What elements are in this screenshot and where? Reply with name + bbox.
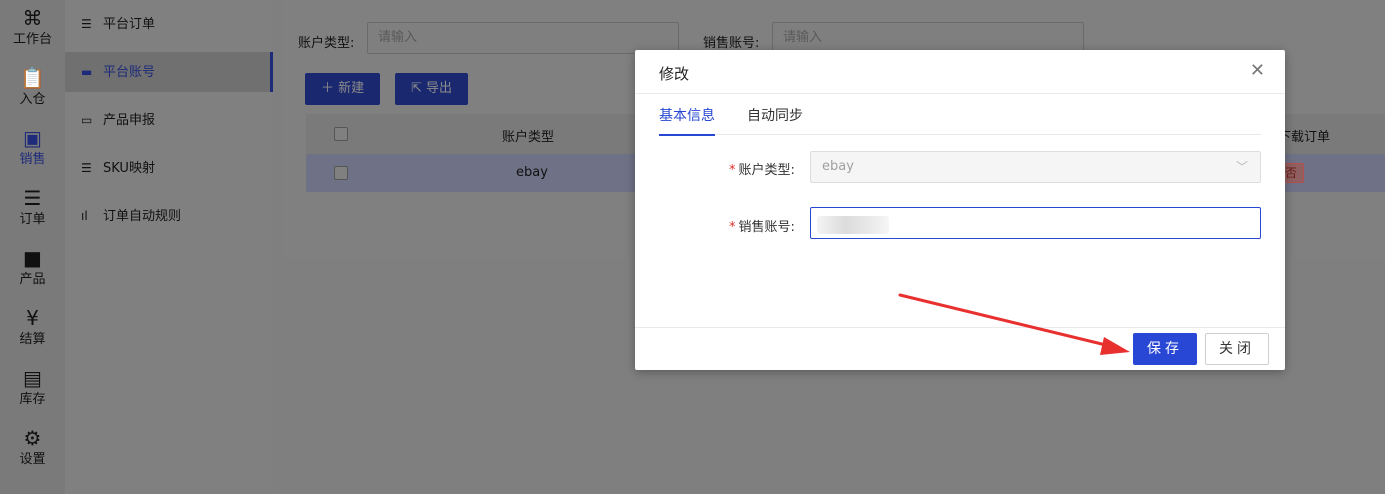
app-rail: ⌘ 工作台 📋 入仓 ▣ 销售 ☰ 订单 ■ 产品 ¥ 结算 ▤ 库存 ⚙ 设置 (0, 0, 65, 494)
menu-item-label: 产品申报 (103, 113, 156, 128)
account-type-select: ebay ﹀ (810, 151, 1261, 183)
rail-label: 结算 (19, 332, 46, 347)
menu-item-order-auto-rules[interactable]: ıl 订单自动规则 (65, 196, 273, 236)
menu-item-product-declaration[interactable]: ▭ 产品申报 (65, 100, 273, 140)
list-icon: ☰ (81, 17, 92, 31)
button-label: 导出 (426, 81, 453, 96)
menu-item-label: 平台订单 (103, 17, 156, 32)
plus-icon: ＋ (321, 81, 335, 96)
rail-item-settings[interactable]: ⚙ 设置 (0, 420, 65, 480)
menu-item-label: 平台账号 (103, 65, 156, 80)
filter-account-type-input[interactable]: 请输入 (367, 22, 679, 54)
placeholder: 请输入 (378, 30, 418, 45)
card-icon: ▬ (81, 65, 93, 79)
sales-icon: ▣ (23, 126, 42, 150)
storage-icon: ▤ (23, 366, 42, 390)
export-button[interactable]: ⇱ 导出 (395, 73, 469, 105)
rail-item-products[interactable]: ■ 产品 (0, 240, 65, 300)
tab-auto-sync[interactable]: 自动同步 (747, 105, 803, 134)
cell-account-type: ebay (516, 165, 548, 180)
select-all-checkbox[interactable] (334, 127, 348, 141)
gear-icon: ⚙ (23, 426, 42, 450)
account-type-field-label: * 账户类型: (729, 159, 795, 178)
rail-label: 销售 (19, 152, 46, 167)
menu-item-label: SKU映射 (103, 161, 155, 176)
order-icon: ☰ (23, 186, 42, 210)
rail-item-inventory[interactable]: ▤ 库存 (0, 360, 65, 420)
modal-header: 修改 ✕ (635, 50, 1285, 94)
rail-label: 订单 (19, 212, 46, 227)
column-account-type: 账户类型 (502, 130, 555, 145)
sales-submenu: ☰ 平台订单 ▬ 平台账号 ▭ 产品申报 ☰ SKU映射 ıl 订单自动规则 (65, 0, 273, 494)
filter-account-type-label: 账户类型: (298, 36, 355, 51)
clipboard-icon: 📋 (20, 66, 45, 90)
required-asterisk: * (729, 220, 736, 235)
rail-item-settlement[interactable]: ¥ 结算 (0, 300, 65, 360)
rail-item-orders[interactable]: ☰ 订单 (0, 180, 65, 240)
monitor-icon: ▭ (81, 113, 93, 127)
required-asterisk: * (729, 163, 736, 178)
sales-account-input[interactable] (810, 207, 1261, 239)
export-icon: ⇱ (411, 81, 422, 96)
rail-label: 库存 (19, 392, 46, 407)
bars-icon: ıl (81, 209, 88, 223)
rail-label: 工作台 (12, 32, 52, 47)
rail-label: 入仓 (19, 92, 46, 107)
row-checkbox[interactable] (334, 166, 348, 180)
menu-item-label: 订单自动规则 (103, 209, 182, 224)
save-button[interactable]: 保存 (1133, 333, 1197, 365)
button-label: 新建 (338, 81, 365, 96)
menu-item-sku-mapping[interactable]: ☰ SKU映射 (65, 148, 273, 188)
redacted-value (817, 216, 889, 234)
label-text: 账户类型: (738, 163, 795, 178)
select-value: ebay (822, 159, 854, 174)
menu-item-platform-accounts[interactable]: ▬ 平台账号 (65, 52, 273, 92)
list-icon: ☰ (81, 161, 92, 175)
column-download-orders: 下载订单 (1278, 130, 1331, 145)
new-button[interactable]: ＋ 新建 (305, 73, 381, 105)
modal-tabs: 基本信息 自动同步 (659, 94, 1261, 136)
rail-item-workbench[interactable]: ⌘ 工作台 (0, 0, 65, 60)
yen-icon: ¥ (26, 306, 39, 330)
bag-icon: ■ (23, 246, 42, 270)
label-text: 销售账号: (738, 220, 795, 235)
placeholder: 请输入 (783, 30, 823, 45)
menu-item-platform-orders[interactable]: ☰ 平台订单 (65, 4, 273, 44)
modal-title: 修改 (659, 65, 690, 83)
sales-account-field-label: * 销售账号: (729, 216, 795, 235)
rail-item-sales[interactable]: ▣ 销售 (0, 120, 65, 180)
close-icon[interactable]: ✕ (1250, 60, 1265, 81)
edit-modal: 修改 ✕ 基本信息 自动同步 * 账户类型: ebay ﹀ * 销售账号: 保存 关… (635, 50, 1285, 370)
close-button[interactable]: 关闭 (1205, 333, 1269, 365)
rail-label: 产品 (19, 272, 46, 287)
filter-sales-account-label: 销售账号: (703, 36, 760, 51)
rail-item-inbound[interactable]: 📋 入仓 (0, 60, 65, 120)
chevron-down-icon: ﹀ (1235, 160, 1248, 174)
tab-basic-info[interactable]: 基本信息 (659, 105, 715, 136)
grid-icon: ⌘ (22, 6, 43, 30)
rail-label: 设置 (19, 452, 46, 467)
